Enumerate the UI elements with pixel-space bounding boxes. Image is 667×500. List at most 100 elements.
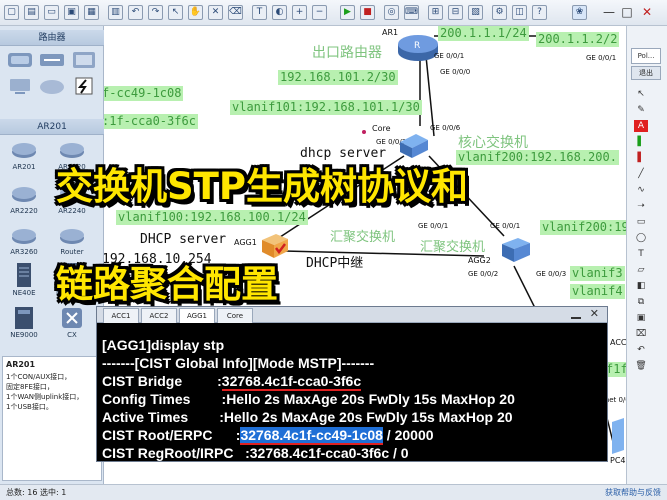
redo-icon[interactable]: ↷: [148, 5, 163, 20]
print-icon[interactable]: ▥: [108, 5, 123, 20]
cx-icon[interactable]: [58, 306, 86, 330]
pointer-icon[interactable]: ↖: [634, 88, 648, 100]
close-button[interactable]: ✕: [640, 4, 654, 20]
eraser-icon[interactable]: ▱: [634, 264, 648, 276]
cloud-icon[interactable]: [38, 76, 66, 96]
close-icon[interactable]: ✕: [590, 308, 599, 320]
select-icon[interactable]: ↖: [168, 5, 183, 20]
svg-text:R: R: [414, 41, 420, 51]
ar1-label: AR1: [382, 28, 399, 37]
vlanif-label: vlanif200:192.168.200.: [456, 150, 619, 165]
undo-draw-icon[interactable]: ↶: [634, 344, 648, 356]
switch-icon[interactable]: [38, 50, 66, 70]
fill-icon[interactable]: ◧: [634, 280, 648, 292]
save-as-icon[interactable]: ▦: [84, 5, 99, 20]
device-label: AR2220: [10, 207, 38, 215]
help-icon[interactable]: ?: [532, 5, 547, 20]
zoom-out-icon[interactable]: −: [312, 5, 327, 20]
cli-line: CIST RegRoot/IRPC :32768.4c1f-cca0-3f6c …: [102, 445, 409, 461]
router-icon[interactable]: [58, 226, 86, 246]
pc4-label: PC4: [610, 456, 626, 465]
ellipse-icon[interactable]: ◯: [634, 232, 648, 244]
highlighter-icon[interactable]: ▌: [634, 136, 648, 148]
port-label: GE 0/0/1: [490, 222, 521, 230]
start-icon[interactable]: ▶: [340, 5, 355, 20]
delete-link-icon[interactable]: ⌫: [228, 5, 243, 20]
agg2-switch-icon[interactable]: [500, 236, 532, 264]
settings-icon[interactable]: ⚙: [492, 5, 507, 20]
stop-icon[interactable]: ■: [360, 5, 375, 20]
root-bridge-value: 32768.4c1f-cc49-1c08: [240, 427, 383, 445]
help-feedback-link[interactable]: 获取帮助与反馈: [605, 485, 661, 500]
routers-header: 路由器: [0, 30, 104, 46]
acc4-label: ACC4: [610, 338, 626, 347]
cli-icon[interactable]: ⌨: [404, 5, 419, 20]
tab-acc2[interactable]: ACC2: [141, 308, 177, 323]
new-topology-icon[interactable]: ▢: [4, 5, 19, 20]
tab-acc1[interactable]: ACC1: [103, 308, 139, 323]
router-icon[interactable]: [10, 184, 38, 204]
ar201-header: AR201: [0, 119, 104, 135]
grid-icon[interactable]: ⊟: [448, 5, 463, 20]
hand-icon[interactable]: ✋: [188, 5, 203, 20]
port-label: GE 0/0/1: [434, 52, 465, 60]
text-icon[interactable]: T: [252, 5, 267, 20]
clear-icon[interactable]: ⌧: [634, 328, 648, 340]
rectangle-icon[interactable]: ▭: [634, 216, 648, 228]
text-tool-icon[interactable]: T: [634, 248, 648, 260]
thumbnail-label[interactable]: Pol...: [631, 48, 661, 64]
port-label: GE 0/0/0: [440, 68, 471, 76]
device-label: CX: [67, 331, 77, 339]
wlan-icon[interactable]: [70, 50, 98, 70]
marker-icon[interactable]: ▌: [634, 152, 648, 164]
line-icon[interactable]: ╱: [634, 168, 648, 180]
vlanif-label: vlanif3: [570, 266, 625, 281]
device-label: NE40E: [12, 289, 36, 297]
curve-icon[interactable]: ∿: [634, 184, 648, 196]
huawei-logo-icon: ❀: [572, 5, 587, 20]
ne9000-icon[interactable]: [10, 306, 38, 330]
tab-core[interactable]: Core: [217, 308, 253, 323]
copy-icon[interactable]: ⧉: [634, 296, 648, 308]
save-snapshot-icon[interactable]: ▣: [634, 312, 648, 324]
router-icon[interactable]: [10, 140, 38, 160]
trash-icon[interactable]: 🗑: [634, 360, 648, 372]
red-color-icon[interactable]: A: [634, 120, 648, 132]
minimize-icon[interactable]: [571, 309, 581, 319]
minimize-button[interactable]: —: [602, 4, 616, 20]
new-icon[interactable]: ▤: [24, 5, 39, 20]
maximize-button[interactable]: □: [620, 4, 634, 20]
zoom-in-icon[interactable]: +: [292, 5, 307, 20]
delete-icon[interactable]: ✕: [208, 5, 223, 20]
router-icon[interactable]: [6, 50, 34, 70]
link-icon[interactable]: [70, 76, 98, 96]
port-label: GE 0/0/3: [536, 270, 567, 278]
open-icon[interactable]: ▭: [44, 5, 59, 20]
port-label: GE 0/0/1: [418, 222, 449, 230]
palette-icon[interactable]: ◐: [272, 5, 287, 20]
overlay-title-line1: 交换机STP生成树协议和: [56, 165, 469, 208]
plugin-icon[interactable]: ◫: [512, 5, 527, 20]
arrow-icon[interactable]: ➝: [634, 200, 648, 212]
exit-button[interactable]: 退出: [631, 66, 661, 80]
overlay-title-line2: 链路聚合配置: [56, 263, 278, 306]
cli-line: CIST Bridge :32768.4c1f-cca0-3f6c: [102, 373, 362, 391]
top-toolbar: ▢ ▤ ▭ ▣ ▦ ▥ ↶ ↷ ↖ ✋ ✕ ⌫ T ◐ + − ▶ ■ ◎ ⌨ …: [0, 0, 667, 26]
tab-agg1[interactable]: AGG1: [179, 308, 215, 323]
vlanif-label: vlanif200:19: [540, 220, 626, 235]
device-icon[interactable]: ▧: [468, 5, 483, 20]
pc4-icon[interactable]: [610, 416, 626, 456]
router-icon[interactable]: [10, 226, 38, 246]
topology-icon[interactable]: ⊞: [428, 5, 443, 20]
cli-window[interactable]: ACC1 ACC2 AGG1 Core ✕ [AGG1]display stp …: [96, 306, 608, 462]
undo-icon[interactable]: ↶: [128, 5, 143, 20]
ne40e-icon[interactable]: [10, 262, 38, 288]
exit-router-label: 出口路由器: [312, 45, 382, 61]
pen-icon[interactable]: ✎: [634, 104, 648, 116]
device-label: AR3260: [10, 248, 38, 256]
pc-icon[interactable]: [6, 76, 34, 96]
agg-switch-label: 汇聚交换机: [330, 230, 396, 245]
save-icon[interactable]: ▣: [64, 5, 79, 20]
capture-icon[interactable]: ◎: [384, 5, 399, 20]
bridge-id-value: 32768.4c1f-cca0-3f6c: [221, 373, 362, 391]
